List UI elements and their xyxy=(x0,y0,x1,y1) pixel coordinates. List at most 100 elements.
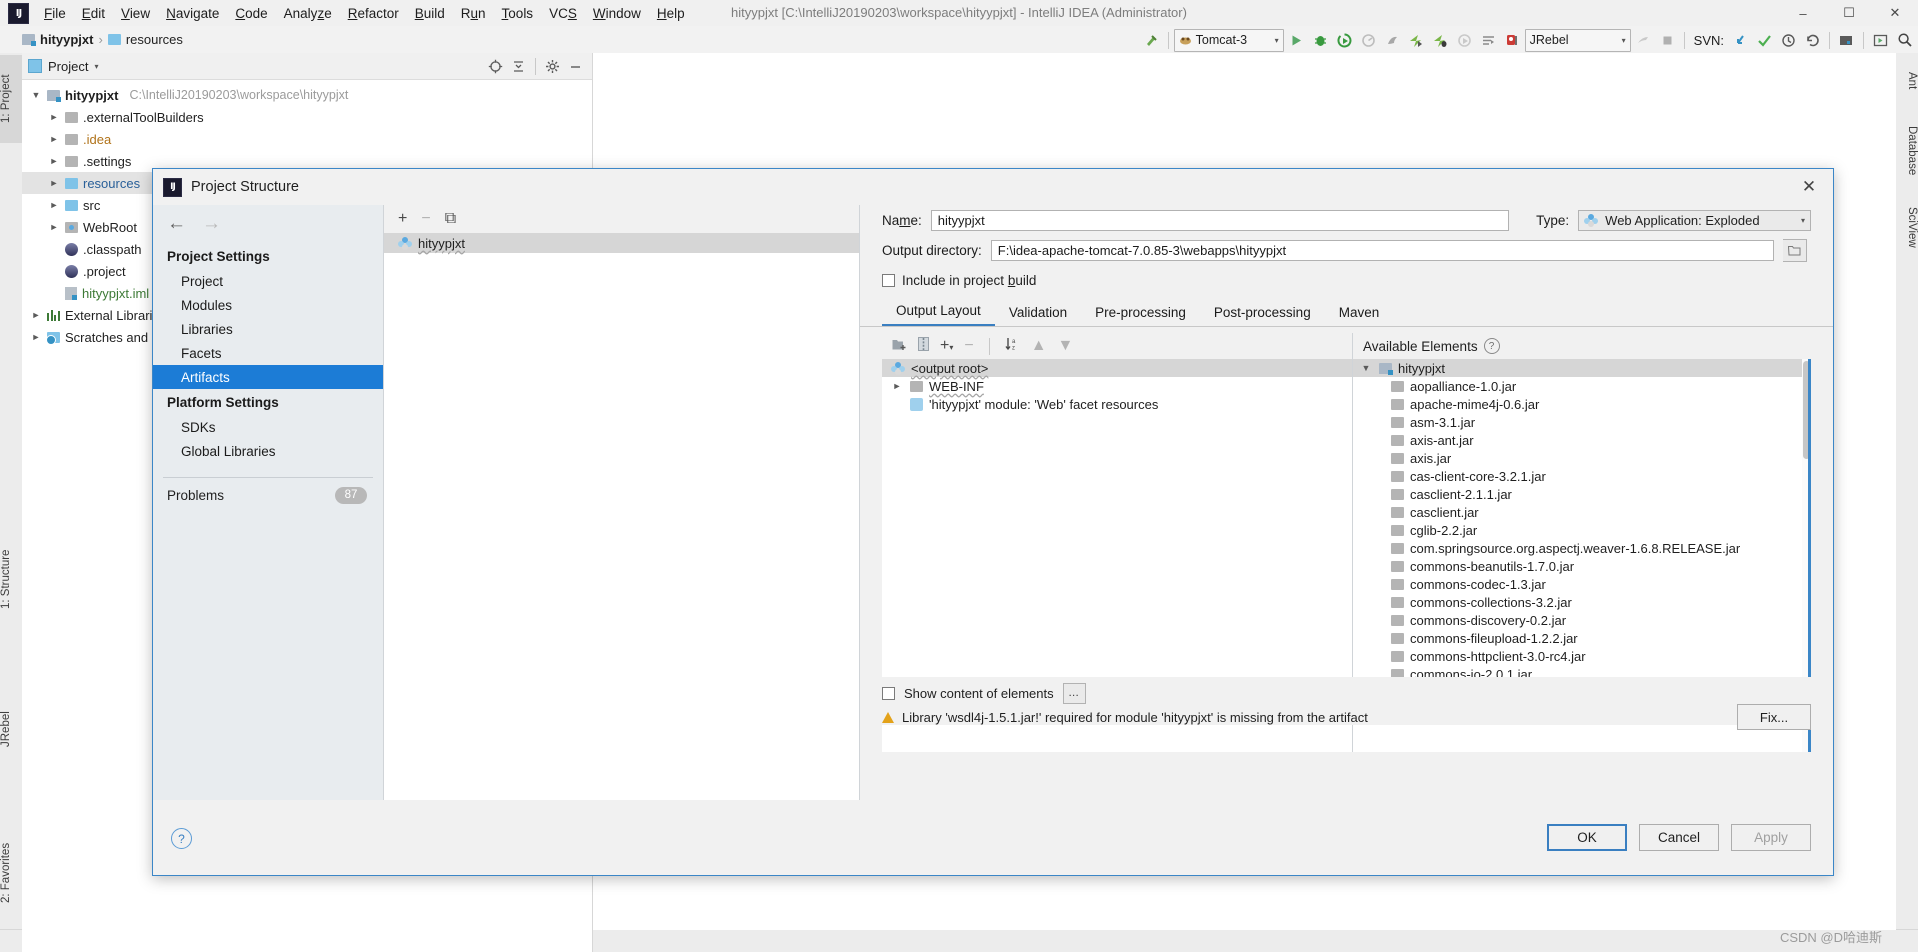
svn-revert-icon[interactable] xyxy=(1801,29,1824,52)
tab-maven[interactable]: Maven xyxy=(1325,301,1394,326)
output-tree-row-facet-resources[interactable]: 'hityypjxt' module: 'Web' facet resource… xyxy=(882,395,1352,413)
locate-file-icon[interactable] xyxy=(485,56,506,77)
jrebel-run-button[interactable] xyxy=(1405,29,1428,52)
menu-window[interactable]: Window xyxy=(585,3,649,24)
available-row-jar[interactable]: axis-ant.jar xyxy=(1353,431,1811,449)
stop-debugger-icon[interactable] xyxy=(1501,29,1524,52)
apply-button[interactable]: Apply xyxy=(1731,824,1811,851)
artifact-name-input[interactable]: hityypjxt xyxy=(930,209,1510,231)
chevron-down-icon[interactable]: ▼ xyxy=(30,90,42,100)
remove-element-button[interactable]: − xyxy=(964,338,973,354)
run-anything-icon[interactable] xyxy=(1869,29,1892,52)
chevron-right-icon[interactable]: ► xyxy=(890,381,904,391)
tool-window-favorites[interactable]: 2: Favorites xyxy=(0,823,22,923)
chevron-right-icon[interactable]: ► xyxy=(48,222,60,232)
dialog-close-button[interactable]: ✕ xyxy=(1795,174,1823,200)
run-configuration-selector[interactable]: Tomcat-3 ▾ xyxy=(1173,28,1284,52)
copy-artifact-button[interactable]: ⧉ xyxy=(445,211,456,227)
artifact-list-item[interactable]: hityypjxt xyxy=(384,233,859,253)
hide-panel-icon[interactable] xyxy=(565,56,586,77)
profile-button[interactable] xyxy=(1357,29,1380,52)
breadcrumb-hityypjxt[interactable]: hityypjxt xyxy=(18,29,97,50)
sort-elements-button[interactable]: az xyxy=(1005,337,1020,355)
chevron-right-icon[interactable]: ► xyxy=(30,310,42,320)
menu-build[interactable]: Build xyxy=(407,3,453,24)
new-archive-button[interactable] xyxy=(918,337,929,355)
available-row-jar[interactable]: commons-codec-1.3.jar xyxy=(1353,575,1811,593)
dialog-help-button[interactable]: ? xyxy=(171,828,192,849)
chevron-down-icon[interactable]: ▼ xyxy=(1359,363,1373,373)
menu-run[interactable]: Run xyxy=(453,3,494,24)
forward-arrow-icon[interactable]: → xyxy=(202,213,221,235)
menu-help[interactable]: Help xyxy=(649,3,693,24)
menu-vcs[interactable]: VCS xyxy=(541,3,585,24)
attach-process-icon[interactable] xyxy=(1477,29,1500,52)
run-with-coverage-button[interactable] xyxy=(1333,29,1356,52)
tab-output-layout[interactable]: Output Layout xyxy=(882,299,995,326)
available-row-jar[interactable]: cas-client-core-3.2.1.jar xyxy=(1353,467,1811,485)
available-row-jar[interactable]: commons-httpclient-3.0-rc4.jar xyxy=(1353,647,1811,665)
new-directory-button[interactable] xyxy=(892,338,907,355)
move-up-button[interactable]: ▲ xyxy=(1031,338,1047,354)
chevron-right-icon[interactable]: ► xyxy=(48,156,60,166)
tree-node-hityypjxt[interactable]: ▼ hityypjxt C:\IntelliJ20190203\workspac… xyxy=(22,84,592,106)
browse-folder-button[interactable] xyxy=(1782,238,1807,262)
available-row-jar[interactable]: commons-beanutils-1.7.0.jar xyxy=(1353,557,1811,575)
svn-history-icon[interactable] xyxy=(1777,29,1800,52)
nav-item-facets[interactable]: Facets xyxy=(153,341,383,365)
nav-item-global-libraries[interactable]: Global Libraries xyxy=(153,439,383,463)
menu-file[interactable]: File xyxy=(36,3,74,24)
move-down-button[interactable]: ▼ xyxy=(1058,338,1074,354)
nav-item-artifacts[interactable]: Artifacts xyxy=(153,365,383,389)
nav-item-problems[interactable]: Problems 87 xyxy=(153,478,383,512)
available-row-jar[interactable]: apache-mime4j-0.6.jar xyxy=(1353,395,1811,413)
remove-artifact-button[interactable]: − xyxy=(421,211,430,227)
available-row-jar[interactable]: casclient.jar xyxy=(1353,503,1811,521)
tree-node-idea[interactable]: ► .idea xyxy=(22,128,592,150)
deploy-icon[interactable] xyxy=(1632,29,1655,52)
available-row-jar[interactable]: casclient-2.1.1.jar xyxy=(1353,485,1811,503)
cancel-button[interactable]: Cancel xyxy=(1639,824,1719,851)
available-row-jar[interactable]: axis.jar xyxy=(1353,449,1811,467)
tool-window-sciview[interactable]: SciView xyxy=(1896,193,1918,261)
available-row-jar[interactable]: aopalliance-1.0.jar xyxy=(1353,377,1811,395)
maximize-button[interactable]: ☐ xyxy=(1826,0,1872,26)
tool-window-structure[interactable]: 1: Structure xyxy=(0,529,22,629)
stop-icon[interactable] xyxy=(1656,29,1679,52)
menu-navigate[interactable]: Navigate xyxy=(158,3,227,24)
menu-analyze[interactable]: Analyze xyxy=(276,3,340,24)
available-row-jar[interactable]: commons-collections-3.2.jar xyxy=(1353,593,1811,611)
tool-window-project[interactable]: 1: Project xyxy=(0,55,22,143)
available-row-jar[interactable]: asm-3.1.jar xyxy=(1353,413,1811,431)
available-row-module[interactable]: ▼ hityypjxt xyxy=(1353,359,1811,377)
debug-button[interactable] xyxy=(1309,29,1332,52)
include-in-build-checkbox[interactable] xyxy=(882,273,895,287)
build-hammer-icon[interactable] xyxy=(1140,29,1163,52)
run-button[interactable] xyxy=(1285,29,1308,52)
show-content-checkbox[interactable] xyxy=(882,686,895,700)
svn-commit-icon[interactable] xyxy=(1753,29,1776,52)
available-row-jar[interactable]: commons-discovery-0.2.jar xyxy=(1353,611,1811,629)
artifact-type-select[interactable]: Web Application: Exploded ▾ xyxy=(1578,209,1811,231)
chevron-right-icon[interactable]: ► xyxy=(48,178,60,188)
menu-refactor[interactable]: Refactor xyxy=(340,3,407,24)
tree-node-externaltoolbuilders[interactable]: ► .externalToolBuilders xyxy=(22,106,592,128)
collapse-all-icon[interactable] xyxy=(508,56,529,77)
svn-update-icon[interactable] xyxy=(1729,29,1752,52)
nav-item-modules[interactable]: Modules xyxy=(153,293,383,317)
available-row-jar[interactable]: com.springsource.org.aspectj.weaver-1.6.… xyxy=(1353,539,1811,557)
tab-pre-processing[interactable]: Pre-processing xyxy=(1081,301,1200,326)
minimize-button[interactable]: – xyxy=(1780,0,1826,26)
output-tree-row-web-inf[interactable]: ► WEB-INF xyxy=(882,377,1352,395)
jrebel-debug-button[interactable] xyxy=(1429,29,1452,52)
update-app-button[interactable] xyxy=(1381,29,1404,52)
project-structure-icon[interactable] xyxy=(1835,29,1858,52)
output-tree-row-output-root[interactable]: <output root> xyxy=(882,359,1352,377)
nav-item-project[interactable]: Project xyxy=(153,269,383,293)
menu-view[interactable]: View xyxy=(113,3,158,24)
menu-tools[interactable]: Tools xyxy=(494,3,542,24)
add-artifact-button[interactable]: + xyxy=(398,211,407,227)
available-row-jar[interactable]: cglib-2.2.jar xyxy=(1353,521,1811,539)
chevron-right-icon[interactable]: ► xyxy=(48,200,60,210)
gear-icon[interactable] xyxy=(542,56,563,77)
